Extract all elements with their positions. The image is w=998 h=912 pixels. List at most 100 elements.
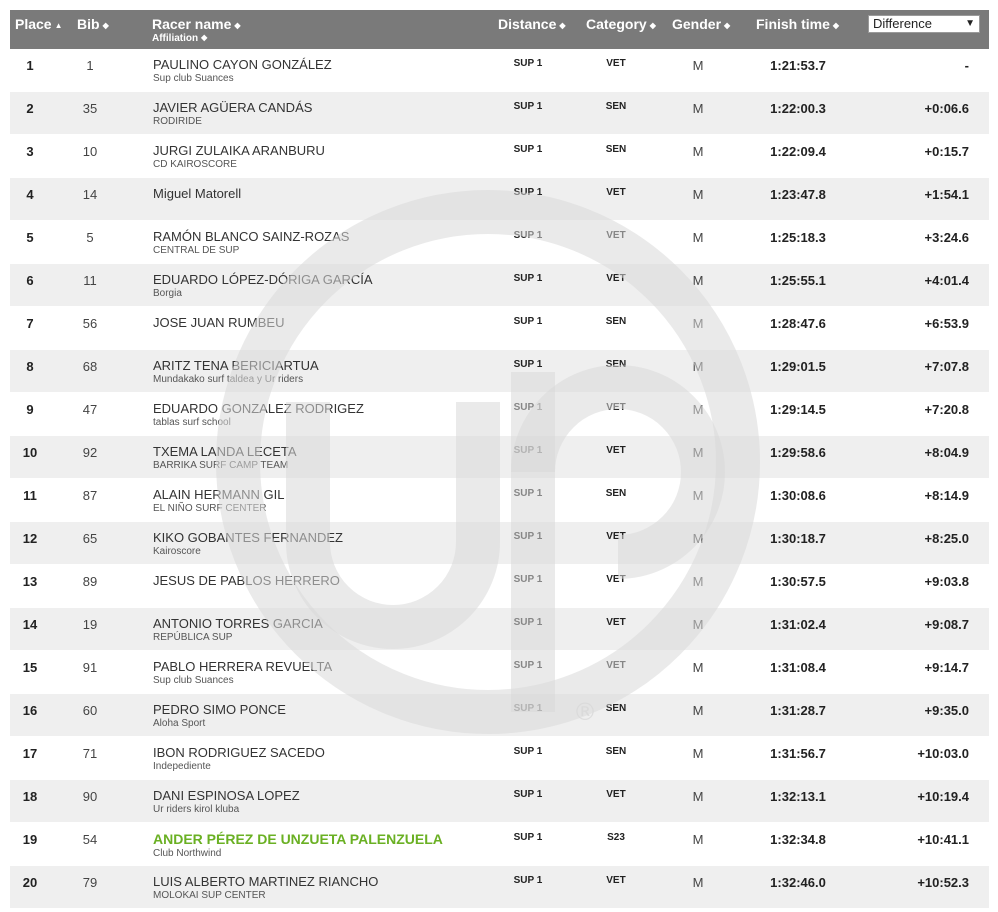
racer-name[interactable]: DANI ESPINOSA LOPEZ [153,788,300,803]
difference-select[interactable]: Difference ▼ [868,15,980,33]
header-category[interactable]: Category ◆ [586,16,656,32]
racer-name[interactable]: JAVIER AGÜERA CANDÁS [153,100,312,115]
racer-name[interactable]: KIKO GOBANTES FERNANDEZ [153,530,343,545]
racer-name[interactable]: ALAIN HERMANN GIL [153,487,284,502]
finish-time-cell: 1:29:14.5 [770,402,826,417]
racer-name[interactable]: ARITZ TENA BERICIARTUA [153,358,319,373]
racer-affiliation: Sup club Suances [153,73,234,84]
place-cell: 15 [22,660,38,675]
racer-cell: PAULINO CAYON GONZÁLEZ Sup club Suances [153,57,332,84]
header-finish-time[interactable]: Finish time ◆ [756,16,839,32]
difference-cell: +8:14.9 [924,488,969,503]
bib-cell: 14 [82,187,98,202]
category-cell: VET [606,574,626,585]
finish-time-cell: 1:22:09.4 [770,144,826,159]
racer-name[interactable]: PABLO HERRERA REVUELTA [153,659,332,674]
table-row[interactable]: 7 56 JOSE JUAN RUMBEU SUP 1 SEN M 1:28:47.6 +6:… [10,307,989,350]
racer-name[interactable]: LUIS ALBERTO MARTINEZ RIANCHO [153,874,378,889]
header-bib[interactable]: Bib ◆ [77,16,109,32]
racer-name[interactable]: JESUS DE PABLOS HERRERO [153,573,340,588]
table-row[interactable]: 17 71 IBON RODRIGUEZ SACEDO Indepediente SUP… [10,737,989,780]
header-racer-name[interactable]: Racer name ◆ Affiliation ◆ [152,16,241,44]
distance-cell: SUP 1 [513,531,543,542]
table-row[interactable]: 19 54 ANDER PÉREZ DE UNZUETA PALENZUELA Clu… [10,823,989,866]
gender-cell: M [692,273,704,288]
table-row[interactable]: 3 10 JURGI ZULAIKA ARANBURU CD KAIROSCORE SU… [10,135,989,178]
racer-name[interactable]: PEDRO SIMO PONCE [153,702,286,717]
table-row[interactable]: 1 1 PAULINO CAYON GONZÁLEZ Sup club Suances… [10,49,989,92]
racer-affiliation: Sup club Suances [153,675,234,686]
table-row[interactable]: 4 14 Miguel Matorell SUP 1 VET M 1:23:47.8 +1:5… [10,178,989,221]
table-row[interactable]: 20 79 LUIS ALBERTO MARTINEZ RIANCHO MOLOKAI… [10,866,989,909]
bib-cell: 5 [86,230,94,245]
racer-name[interactable]: RAMÓN BLANCO SAINZ-ROZAS [153,229,349,244]
racer-cell: EDUARDO LÓPEZ-DÓRIGA GARCÍA Borgia [153,272,373,299]
finish-time-cell: 1:28:47.6 [770,316,826,331]
racer-name[interactable]: IBON RODRIGUEZ SACEDO [153,745,325,760]
header-place[interactable]: Place ▲ [15,16,63,32]
racer-name[interactable]: ANTONIO TORRES GARCIA [153,616,323,631]
racer-affiliation: REPÚBLICA SUP [153,632,233,643]
gender-cell: M [692,617,704,632]
bib-cell: 91 [82,660,98,675]
table-row[interactable]: 13 89 JESUS DE PABLOS HERRERO SUP 1 VET M 1:30… [10,565,989,608]
racer-name[interactable]: EDUARDO GONZALEZ RODRIGEZ [153,401,364,416]
racer-affiliation: tablas surf school [153,417,231,428]
racer-name[interactable]: EDUARDO LÓPEZ-DÓRIGA GARCÍA [153,272,373,287]
gender-cell: M [692,488,704,503]
racer-name[interactable]: ANDER PÉREZ DE UNZUETA PALENZUELA [153,831,443,847]
racer-name[interactable]: JURGI ZULAIKA ARANBURU [153,143,325,158]
table-row[interactable]: 16 60 PEDRO SIMO PONCE Aloha Sport SUP 1 SEN M… [10,694,989,737]
finish-time-cell: 1:21:53.7 [770,58,826,73]
racer-affiliation: Mundakako surf taldea y Ur riders [153,374,304,385]
table-row[interactable]: 14 19 ANTONIO TORRES GARCIA REPÚBLICA SUP SU… [10,608,989,651]
header-distance[interactable]: Distance ◆ [498,16,566,32]
racer-cell: ANTONIO TORRES GARCIA REPÚBLICA SUP [153,616,323,643]
table-row[interactable]: 15 91 PABLO HERRERA REVUELTA Sup club Suanc… [10,651,989,694]
difference-cell: +3:24.6 [924,230,969,245]
finish-time-cell: 1:32:46.0 [770,875,826,890]
table-row[interactable]: 6 11 EDUARDO LÓPEZ-DÓRIGA GARCÍA Borgia SUP … [10,264,989,307]
bib-cell: 68 [82,359,98,374]
racer-cell: JOSE JUAN RUMBEU [153,315,284,330]
racer-name[interactable]: TXEMA LANDA LECETA [153,444,297,459]
distance-cell: SUP 1 [513,230,543,241]
bib-cell: 54 [82,832,98,847]
bib-cell: 1 [86,58,94,73]
place-cell: 6 [26,273,34,288]
place-cell: 14 [22,617,38,632]
sort-icon: ◆ [559,21,566,30]
racer-name[interactable]: JOSE JUAN RUMBEU [153,315,284,330]
gender-cell: M [692,187,704,202]
category-cell: VET [606,445,626,456]
place-cell: 12 [22,531,38,546]
finish-time-cell: 1:25:55.1 [770,273,826,288]
table-row[interactable]: 2 35 JAVIER AGÜERA CANDÁS RODIRIDE SUP 1 SEN M… [10,92,989,135]
racer-name[interactable]: PAULINO CAYON GONZÁLEZ [153,57,332,72]
table-row[interactable]: 18 90 DANI ESPINOSA LOPEZ Ur riders kirol k… [10,780,989,823]
gender-cell: M [692,746,704,761]
table-row[interactable]: 5 5 RAMÓN BLANCO SAINZ-ROZAS CENTRAL DE SUP… [10,221,989,264]
difference-cell: +6:53.9 [924,316,969,331]
table-row[interactable]: 12 65 KIKO GOBANTES FERNANDEZ Kairoscore SUP… [10,522,989,565]
gender-cell: M [692,703,704,718]
finish-time-cell: 1:31:02.4 [770,617,826,632]
category-cell: SEN [605,144,627,155]
distance-cell: SUP 1 [513,187,543,198]
sort-icon: ◆ [832,21,840,30]
table-row[interactable]: 8 68 ARITZ TENA BERICIARTUA Mundakako surf … [10,350,989,393]
distance-cell: SUP 1 [513,617,543,628]
table-row[interactable]: 9 47 EDUARDO GONZALEZ RODRIGEZ tablas surf … [10,393,989,436]
place-cell: 10 [22,445,38,460]
racer-cell: JURGI ZULAIKA ARANBURU CD KAIROSCORE [153,143,325,170]
bib-cell: 65 [82,531,98,546]
finish-time-cell: 1:30:57.5 [770,574,826,589]
table-row[interactable]: 11 87 ALAIN HERMANN GIL EL NIÑO SURF CENTER… [10,479,989,522]
header-gender[interactable]: Gender ◆ [672,16,730,32]
table-row[interactable]: 10 92 TXEMA LANDA LECETA BARRIKA SURF CAMP … [10,436,989,479]
bib-cell: 79 [82,875,98,890]
header-affiliation[interactable]: Affiliation ◆ [152,33,241,44]
results-table: Place ▲ Bib ◆ Racer name ◆ Affiliation ◆ Dis… [10,10,989,909]
difference-cell: +8:04.9 [924,445,969,460]
racer-name[interactable]: Miguel Matorell [153,186,241,201]
